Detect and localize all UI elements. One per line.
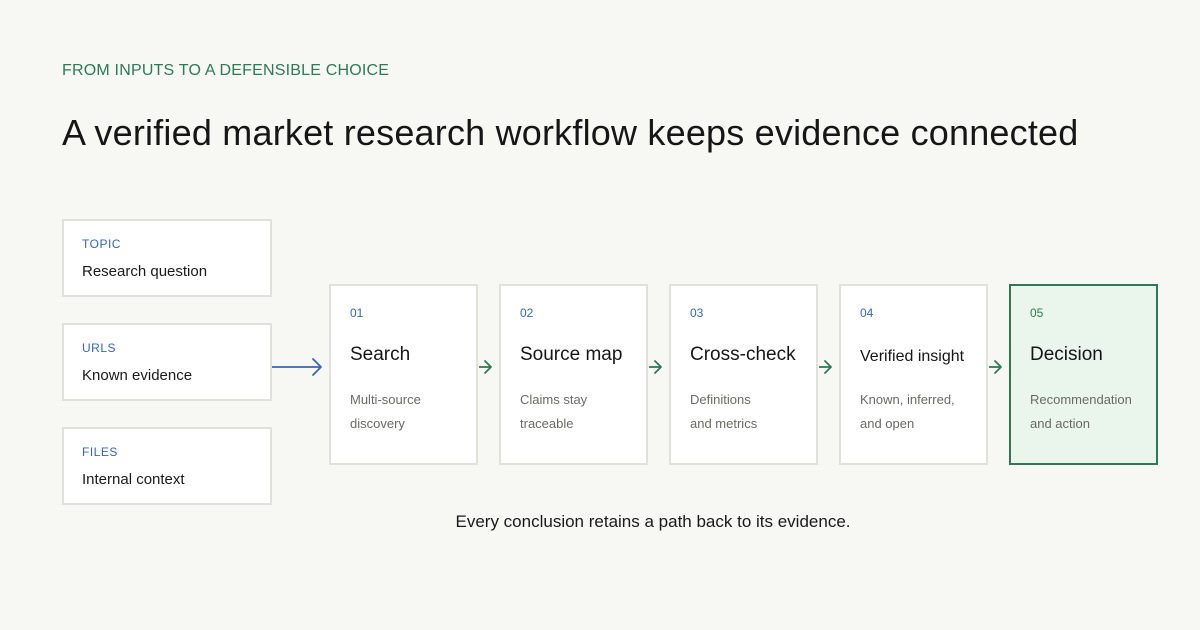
step-name: Decision — [1030, 344, 1103, 365]
eyebrow: FROM INPUTS TO A DEFENSIBLE CHOICE — [62, 62, 390, 79]
step-description-line: traceable — [520, 416, 574, 431]
step-name: Verified insight — [860, 348, 965, 365]
step-card-verified-insight: 04 Verified insight Known, inferred, and… — [839, 284, 988, 465]
input-label: Internal context — [82, 471, 185, 488]
step-description: Recommendation and action — [1030, 388, 1148, 436]
step-card-source-map: 02 Source map Claims stay traceable — [499, 284, 648, 465]
step-number: 05 — [1030, 306, 1044, 320]
step-description-line: Claims stay — [520, 392, 588, 407]
arrow-right-icon — [819, 360, 832, 374]
input-label: Research question — [82, 263, 208, 280]
step-description-line: Recommendation — [1030, 392, 1132, 407]
step-name: Cross-check — [690, 344, 796, 365]
input-card-files: FILES Internal context — [62, 427, 272, 505]
arrow-right-icon — [479, 360, 492, 374]
step-name: Search — [350, 344, 411, 365]
step-number: 03 — [690, 306, 704, 320]
step-description-line: Known, inferred, — [860, 392, 955, 407]
step-card-cross-check: 03 Cross-check Definitions and metrics — [669, 284, 818, 465]
step-description-line: Definitions — [690, 392, 751, 407]
input-kicker: FILES — [82, 445, 118, 459]
step-card-search: 01 Search Multi-source discovery — [329, 284, 478, 465]
input-card-urls: URLS Known evidence — [62, 323, 272, 401]
page-title: A verified market research workflow keep… — [62, 112, 1079, 153]
step-description: Known, inferred, and open — [860, 388, 978, 436]
step-card-decision: 05 Decision Recommendation and action — [1009, 284, 1158, 465]
step-number: 02 — [520, 306, 534, 320]
input-card-topic: TOPIC Research question — [62, 219, 272, 297]
step-description-line: discovery — [350, 416, 405, 431]
step-description-line: Multi-source — [350, 392, 421, 407]
input-kicker: URLS — [82, 341, 117, 355]
input-kicker: TOPIC — [82, 237, 121, 251]
input-label: Known evidence — [82, 367, 193, 384]
arrow-right-icon — [989, 360, 1002, 374]
step-description-line: and metrics — [690, 416, 758, 431]
footer-caption: Every conclusion retains a path back to … — [455, 512, 851, 531]
step-description: Multi-source discovery — [350, 388, 468, 436]
arrow-right-icon — [272, 358, 322, 376]
step-description: Claims stay traceable — [520, 388, 638, 436]
step-description-line: and open — [860, 416, 915, 431]
step-number: 04 — [860, 306, 874, 320]
step-description-line: and action — [1030, 416, 1090, 431]
step-name: Source map — [520, 344, 623, 365]
step-number: 01 — [350, 306, 364, 320]
step-description: Definitions and metrics — [690, 388, 808, 436]
arrow-right-icon — [649, 360, 662, 374]
